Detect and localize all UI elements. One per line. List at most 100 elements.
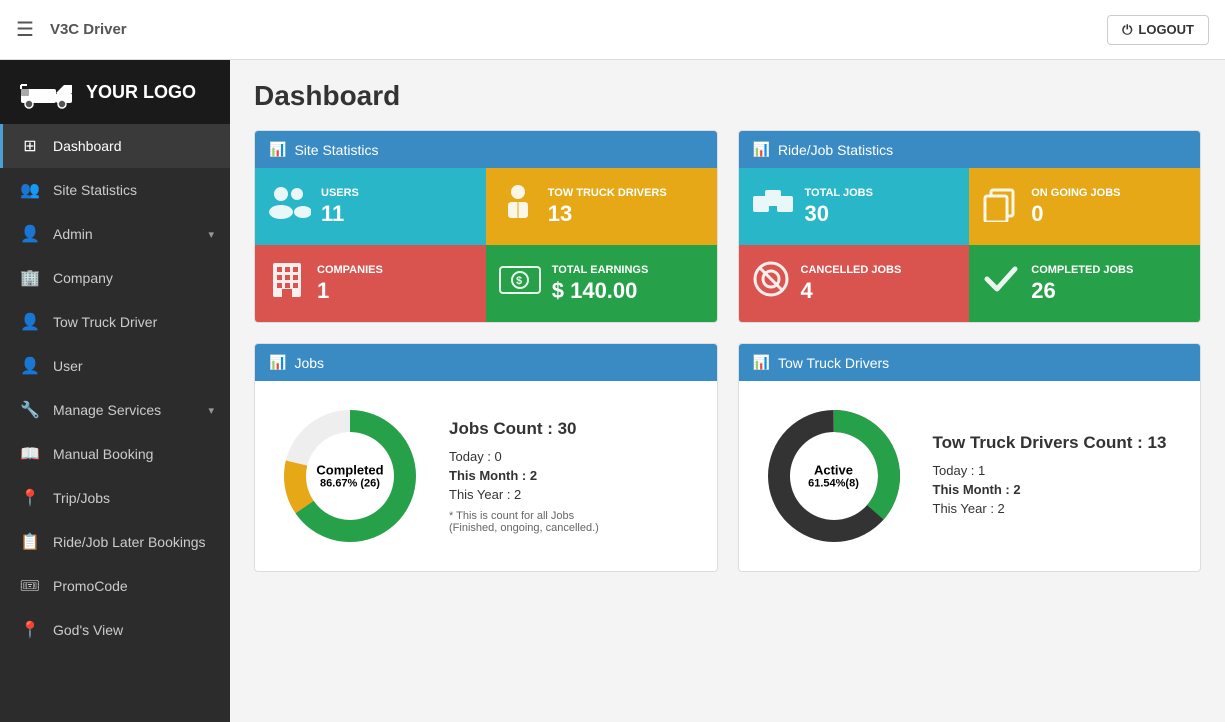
cubes-icon (751, 184, 795, 229)
sidebar-item-label: Site Statistics (53, 182, 214, 198)
layout: YOUR LOGO ⊞ Dashboard 👥 Site Statistics … (0, 60, 1225, 722)
users-icon (267, 184, 311, 229)
sidebar-item-label: God's View (53, 622, 214, 638)
sidebar-item-manage-services[interactable]: 🔧 Manage Services ▾ (0, 388, 230, 432)
admin-icon: 👤 (19, 224, 41, 244)
total-jobs-value: 30 (805, 201, 873, 227)
jobs-chart-body: Completed 86.67% (26) Jobs Count : 30 To… (255, 381, 717, 571)
sidebar-item-admin[interactable]: 👤 Admin ▾ (0, 212, 230, 256)
sidebar-item-trip-jobs[interactable]: 📍 Trip/Jobs (0, 476, 230, 520)
cancel-icon (751, 259, 791, 308)
bar-chart-icon3: 📊 (269, 354, 286, 371)
companies-card: COMPANIES 1 (255, 245, 486, 322)
sidebar-item-label: Company (53, 270, 214, 286)
jobs-count-title: Jobs Count : 30 (449, 419, 599, 439)
drivers-donut-label: Active 61.54%(8) (808, 463, 859, 490)
sidebar-item-label: Tow Truck Driver (53, 314, 214, 330)
sidebar-item-tow-truck-driver[interactable]: 👤 Tow Truck Driver (0, 300, 230, 344)
site-statistics-panel: 📊 Site Statistics (254, 130, 718, 323)
sidebar-item-label: Manual Booking (53, 446, 214, 462)
completed-jobs-label: COMPLETED JOBS (1031, 263, 1133, 277)
sidebar-item-label: Admin (53, 226, 196, 242)
tow-truck-drivers-info: TOW TRUCK DRIVERS 13 (548, 186, 667, 226)
drivers-this-year: This Year : 2 (933, 501, 1167, 516)
sidebar-item-label: Manage Services (53, 402, 196, 418)
on-going-jobs-label: ON GOING JOBS (1031, 186, 1120, 200)
completed-jobs-value: 26 (1031, 278, 1133, 304)
drivers-count-title: Tow Truck Drivers Count : 13 (933, 433, 1167, 453)
top-nav-left: ☰ V3C Driver (16, 17, 127, 42)
logout-button[interactable]: ⏻ LOGOUT (1107, 15, 1209, 45)
sidebar-item-gods-view[interactable]: 📍 God's View (0, 608, 230, 652)
chevron-down-icon: ▾ (208, 404, 214, 417)
tow-truck-drivers-card: TOW TRUCK DRIVERS 13 (486, 168, 717, 245)
site-statistics-header: 📊 Site Statistics (255, 131, 717, 168)
companies-label: COMPANIES (317, 263, 383, 277)
ride-job-statistics-grid: TOTAL JOBS 30 ON GOING JOBS (739, 168, 1201, 322)
building-icon (267, 259, 307, 308)
jobs-chart-panel: 📊 Jobs Completed (254, 343, 718, 572)
dashboard-icon: ⊞ (19, 136, 41, 156)
cancelled-jobs-info: CANCELLED JOBS 4 (801, 263, 902, 303)
svg-text:$: $ (516, 275, 522, 287)
drivers-this-month: This Month : 2 (933, 482, 1167, 497)
on-going-jobs-info: ON GOING JOBS 0 (1031, 186, 1120, 226)
completed-jobs-card: COMPLETED JOBS 26 (969, 245, 1200, 322)
gods-view-icon: 📍 (19, 620, 41, 640)
jobs-donut-label: Completed 86.67% (26) (316, 463, 383, 490)
charts-row: 📊 Jobs Completed (254, 343, 1201, 572)
jobs-chart-stats: Jobs Count : 30 Today : 0 This Month : 2… (449, 419, 599, 534)
ride-job-statistics-header: 📊 Ride/Job Statistics (739, 131, 1201, 168)
sidebar-item-company[interactable]: 🏢 Company (0, 256, 230, 300)
sidebar-item-user[interactable]: 👤 User (0, 344, 230, 388)
companies-value: 1 (317, 278, 383, 304)
hamburger-icon[interactable]: ☰ (16, 17, 34, 42)
site-statistics-icon: 👥 (19, 180, 41, 200)
logo-text: YOUR LOGO (86, 82, 196, 103)
users-label: USERS (321, 186, 359, 200)
sidebar: YOUR LOGO ⊞ Dashboard 👥 Site Statistics … (0, 60, 230, 722)
sidebar-item-label: Trip/Jobs (53, 490, 214, 506)
jobs-note: * This is count for all Jobs(Finished, o… (449, 510, 599, 534)
page-title: Dashboard (254, 80, 1201, 112)
drivers-chart-stats: Tow Truck Drivers Count : 13 Today : 1 T… (933, 433, 1167, 520)
user-icon: 👤 (19, 356, 41, 376)
money-icon: $ (498, 261, 542, 306)
copy-icon (981, 182, 1021, 231)
main-content: Dashboard 📊 Site Statistics (230, 60, 1225, 722)
total-earnings-info: TOTAL EARNINGS $ 140.00 (552, 263, 649, 303)
cancelled-jobs-card: CANCELLED JOBS 4 (739, 245, 970, 322)
sidebar-item-promo-code[interactable]: 🎟 PromoCode (0, 564, 230, 608)
on-going-jobs-value: 0 (1031, 201, 1120, 227)
sidebar-item-label: PromoCode (53, 578, 214, 594)
tow-truck-drivers-chart-header: 📊 Tow Truck Drivers (739, 344, 1201, 381)
site-statistics-grid: USERS 11 TOW TRUC (255, 168, 717, 322)
power-icon: ⏻ (1122, 22, 1132, 38)
sidebar-logo: YOUR LOGO (0, 60, 230, 124)
tow-truck-drivers-chart-panel: 📊 Tow Truck Drivers Active 61.54% (738, 343, 1202, 572)
drivers-donut-chart: Active 61.54%(8) (759, 401, 909, 551)
bar-chart-icon4: 📊 (753, 354, 770, 371)
sidebar-item-manual-booking[interactable]: 📖 Manual Booking (0, 432, 230, 476)
trip-jobs-icon: 📍 (19, 488, 41, 508)
app-name: V3C Driver (50, 21, 127, 38)
companies-info: COMPANIES 1 (317, 263, 383, 303)
jobs-today: Today : 0 (449, 449, 599, 464)
sidebar-item-site-statistics[interactable]: 👥 Site Statistics (0, 168, 230, 212)
ride-job-icon: 📋 (19, 532, 41, 552)
sidebar-item-label: User (53, 358, 214, 374)
tow-truck-driver-icon: 👤 (19, 312, 41, 332)
manage-services-icon: 🔧 (19, 400, 41, 420)
sidebar-item-ride-job-later-bookings[interactable]: 📋 Ride/Job Later Bookings (0, 520, 230, 564)
promo-code-icon: 🎟 (19, 576, 41, 596)
tow-truck-drivers-label: TOW TRUCK DRIVERS (548, 186, 667, 200)
ride-job-statistics-panel: 📊 Ride/Job Statistics TOTA (738, 130, 1202, 323)
bar-chart-icon2: 📊 (753, 141, 770, 158)
users-card: USERS 11 (255, 168, 486, 245)
bar-chart-icon: 📊 (269, 141, 286, 158)
drivers-today: Today : 1 (933, 463, 1167, 478)
checkmark-icon (981, 259, 1021, 308)
sidebar-item-dashboard[interactable]: ⊞ Dashboard (0, 124, 230, 168)
sidebar-item-label: Dashboard (53, 138, 214, 154)
company-icon: 🏢 (19, 268, 41, 288)
